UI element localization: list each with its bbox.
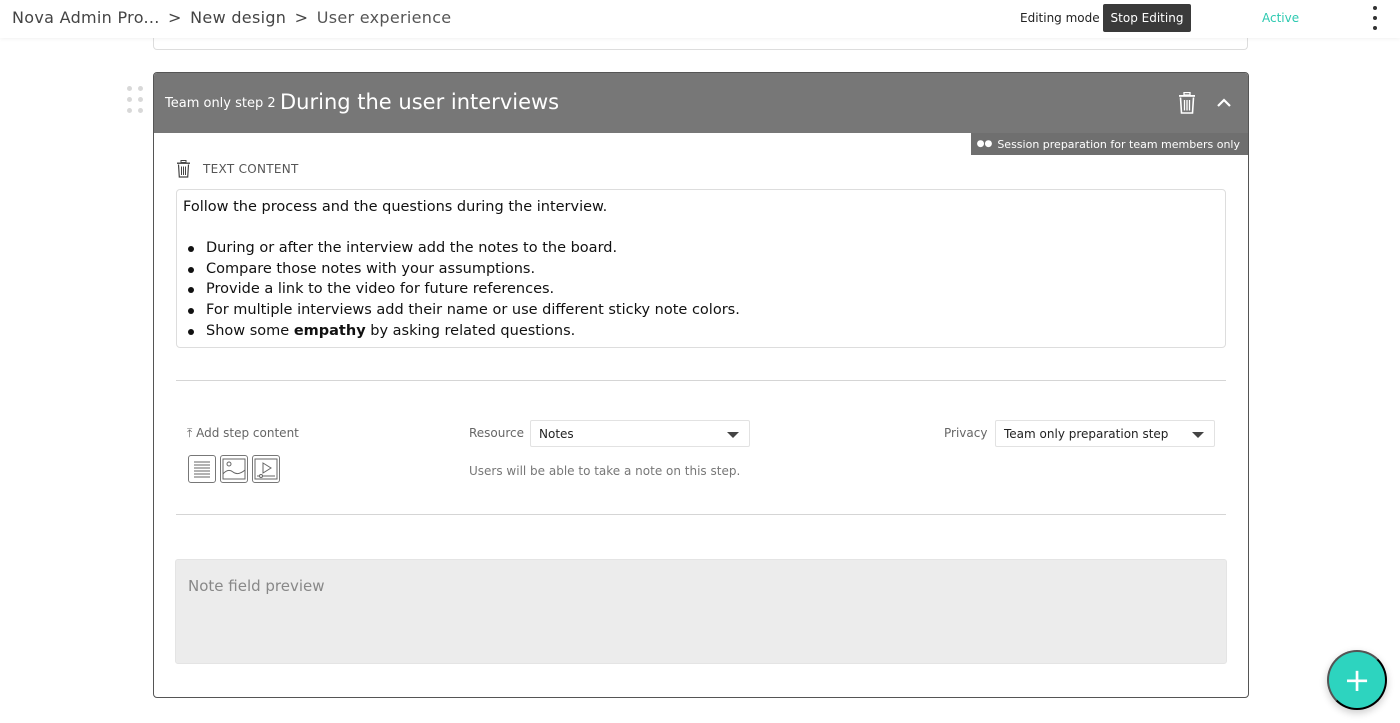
breadcrumb-current: User experience [316,8,452,27]
privacy-label: Privacy [944,426,988,440]
chevron-up-icon[interactable] [1215,94,1233,112]
list-item-bold: empathy [293,322,366,339]
trash-icon[interactable] [1177,92,1197,114]
privacy-select[interactable]: Team only preparation step [995,420,1215,447]
resource-hint: Users will be able to take a note on thi… [469,464,741,478]
step-title: During the user interviews [280,90,560,114]
breadcrumb-design[interactable]: New design [190,8,286,27]
privacy-select-value: Team only preparation step [1004,427,1169,441]
privacy-tag-label: Session preparation for team members onl… [997,137,1240,151]
list-item: Provide a link to the video for future r… [183,279,1219,300]
list-item-text: Show some [206,322,294,339]
content-type-icons [188,455,280,483]
note-field-preview: Note field preview [175,559,1227,664]
people-icon: ●● [976,139,993,149]
caret-down-icon [1192,432,1204,438]
step-card: Team only step 2 During the user intervi… [153,72,1249,698]
breadcrumb-separator: > [294,8,309,27]
bullet-list: During or after the interview add the no… [183,238,1219,342]
trash-icon[interactable] [176,160,191,178]
text-intro: Follow the process and the questions dur… [183,199,608,215]
editing-mode-label: Editing mode [1020,11,1100,25]
vertical-dots-icon[interactable] [1370,6,1380,30]
video-icon[interactable] [252,455,280,483]
breadcrumb-separator: > [168,8,182,27]
list-item: For multiple interviews add their name o… [183,300,1219,321]
caret-down-icon [727,432,739,438]
privacy-tag: ●● Session preparation for team members … [970,133,1248,155]
list-item: Compare those notes with your assumption… [183,259,1219,280]
list-item: During or after the interview add the no… [183,238,1219,259]
text-icon[interactable] [188,455,216,483]
top-bar: Nova Admin Pro... > New design > User ex… [0,0,1400,38]
stop-editing-button[interactable]: Stop Editing [1103,4,1191,32]
text-content-editor[interactable]: Follow the process and the questions dur… [176,189,1226,348]
divider [176,514,1226,515]
image-icon[interactable] [220,455,248,483]
step-header[interactable]: Team only step 2 During the user intervi… [154,73,1248,133]
divider [176,380,1226,381]
resource-label: Resource [469,426,525,440]
step-number-label: Team only step 2 [165,96,276,111]
add-step-button[interactable]: + [1327,650,1387,710]
list-item-text: by asking related questions. [365,322,576,339]
text-content-label: TEXT CONTENT [203,162,299,176]
list-item: Show some empathy by asking related ques… [183,321,1219,342]
resource-select[interactable]: Notes [530,420,750,447]
drag-handle-icon[interactable] [127,86,145,114]
breadcrumb: Nova Admin Pro... > New design > User ex… [12,8,451,27]
status-active: Active [1262,11,1300,25]
resource-select-value: Notes [539,427,574,441]
note-field-placeholder: Note field preview [188,577,325,595]
breadcrumb-project[interactable]: Nova Admin Pro... [12,8,160,27]
add-step-content-label: ⤒ Add step content [187,426,299,440]
